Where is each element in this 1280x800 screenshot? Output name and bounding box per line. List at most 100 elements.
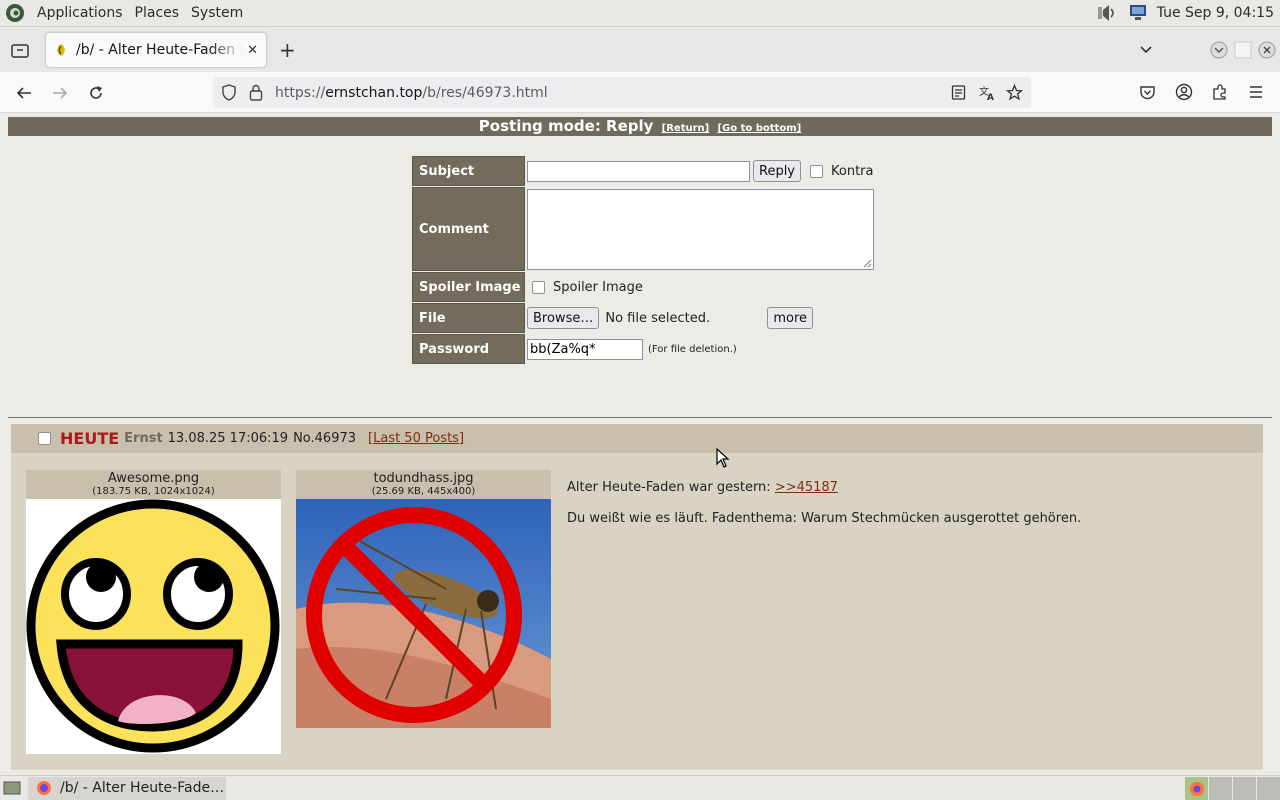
message-line-1: Alter Heute-Faden war gestern: >>45187 — [567, 480, 838, 495]
maximize-window-icon[interactable] — [1234, 41, 1252, 59]
workspace-4[interactable] — [1256, 776, 1280, 800]
separator — [8, 417, 1272, 418]
quote-link[interactable]: >>45187 — [775, 480, 838, 495]
taskbar-window-title: /b/ - Alter Heute-Fade… — [60, 780, 225, 796]
new-tab-icon[interactable]: + — [279, 38, 296, 62]
awesome-smiley-thumbnail[interactable] — [26, 499, 281, 754]
browse-button[interactable]: Browse… — [527, 307, 600, 329]
workspace-switcher — [1184, 776, 1280, 800]
close-window-icon[interactable] — [1258, 41, 1276, 59]
kontra-label: Kontra — [831, 163, 874, 179]
subject-input[interactable] — [527, 160, 750, 182]
spoiler-cell: Spoiler Image — [525, 272, 643, 302]
resize-handle-icon[interactable] — [863, 259, 872, 268]
file-row: File Browse… No file selected. more — [412, 303, 814, 333]
subject-row: Subject Reply Kontra — [412, 156, 874, 186]
workspace-2[interactable] — [1208, 776, 1232, 800]
url-text: https://ernstchan.top/b/res/46973.html — [275, 84, 548, 101]
show-desktop-icon[interactable] — [3, 780, 21, 796]
spoiler-checkbox[interactable] — [532, 280, 545, 294]
tab-strip: /b/ - Alter Heute-Faden war gestern ✕ + — [0, 28, 1280, 72]
message-line-2: Du weißt wie es läuft. Fadenthema: Warum… — [567, 511, 1082, 526]
spoiler-checkbox-label: Spoiler Image — [553, 279, 643, 295]
taskbar: /b/ - Alter Heute-Fade… — [0, 775, 1280, 800]
bookmark-star-icon[interactable] — [1006, 84, 1023, 101]
forward-arrow-icon[interactable] — [47, 80, 73, 106]
tab-title: /b/ - Alter Heute-Faden war gestern — [76, 42, 243, 58]
file-label: File — [412, 303, 525, 333]
system-menu[interactable]: System — [185, 5, 249, 21]
file-attachment-1: Awesome.png (183.75 KB, 1024x1024) — [26, 470, 281, 758]
subject-label: Subject — [412, 156, 525, 186]
comment-textarea[interactable] — [527, 188, 874, 270]
strip-controls — [1138, 28, 1280, 72]
password-input[interactable] — [527, 338, 643, 360]
tracking-protection-shield-icon[interactable] — [221, 84, 237, 101]
return-link[interactable]: [Return] — [662, 123, 710, 134]
more-button[interactable]: more — [767, 307, 814, 329]
extensions-icon[interactable] — [1211, 83, 1229, 101]
comment-row: Comment — [412, 187, 874, 271]
post-header: HEUTE Ernst 13.08.25 17:06:19 No.46973 [… — [11, 424, 1263, 453]
password-row: Password (For file deletion.) — [412, 334, 737, 364]
last-50-posts-link[interactable]: [Last 50 Posts] — [368, 431, 464, 446]
mouse-cursor-icon — [716, 448, 730, 468]
post-select-checkbox[interactable] — [38, 432, 51, 445]
active-tab[interactable]: /b/ - Alter Heute-Faden war gestern ✕ — [46, 33, 266, 67]
file-caption: todundhass.jpg (25.69 KB, 445x400) — [296, 470, 551, 499]
url-bar[interactable]: https://ernstchan.top/b/res/46973.html 文… — [213, 77, 1031, 108]
thread-op: HEUTE Ernst 13.08.25 17:06:19 No.46973 [… — [11, 424, 1263, 770]
firefox-view-icon[interactable] — [8, 38, 32, 62]
volume-icon[interactable] — [1097, 4, 1119, 22]
svg-text:A: A — [987, 93, 994, 101]
lock-icon[interactable] — [249, 84, 263, 101]
reload-icon[interactable] — [83, 80, 109, 106]
posting-mode-bar: Posting mode: Reply [Return] [Go to bott… — [8, 117, 1272, 136]
minimize-window-icon[interactable] — [1210, 41, 1228, 59]
reply-button[interactable]: Reply — [753, 160, 802, 182]
taskbar-window-firefox[interactable]: /b/ - Alter Heute-Fade… — [28, 776, 226, 800]
top-panel: Applications Places System Tue Sep 9, 04… — [0, 0, 1280, 27]
post-subject: HEUTE — [60, 429, 120, 448]
back-arrow-icon[interactable] — [11, 80, 37, 106]
file-meta: (183.75 KB, 1024x1024) — [92, 486, 215, 497]
file-status: No file selected. — [605, 310, 711, 326]
file-cell: Browse… No file selected. more — [525, 303, 814, 333]
pocket-icon[interactable] — [1139, 84, 1156, 101]
subject-cell: Reply Kontra — [525, 156, 874, 186]
workspace-firefox-icon — [1190, 781, 1204, 796]
app-menu-icon[interactable] — [1248, 84, 1264, 100]
reader-view-icon[interactable] — [951, 85, 966, 100]
no-mosquito-thumbnail[interactable] — [296, 499, 551, 728]
places-menu[interactable]: Places — [129, 5, 186, 21]
post-date: 13.08.25 17:06:19 — [167, 431, 289, 446]
spoiler-label: Spoiler Image — [412, 272, 525, 302]
navigation-toolbar: https://ernstchan.top/b/res/46973.html 文… — [0, 72, 1280, 113]
comment-cell — [525, 187, 874, 271]
post-message: Alter Heute-Faden war gestern: >>45187 D… — [567, 480, 1081, 542]
password-cell: (For file deletion.) — [525, 334, 737, 364]
tab-close-icon[interactable]: ✕ — [247, 43, 258, 58]
network-icon[interactable] — [1127, 4, 1149, 22]
applications-menu[interactable]: Applications — [31, 5, 129, 21]
clock[interactable]: Tue Sep 9, 04:15 — [1157, 5, 1274, 21]
page-content: Posting mode: Reply [Return] [Go to bott… — [0, 113, 1280, 774]
kontra-checkbox[interactable] — [810, 164, 824, 178]
file-name-link[interactable]: Awesome.png — [26, 470, 281, 486]
spoiler-row: Spoiler Image Spoiler Image — [412, 272, 643, 302]
firefox-icon — [37, 781, 51, 795]
password-hint: (For file deletion.) — [648, 343, 737, 355]
password-label: Password — [412, 334, 525, 364]
translate-icon[interactable]: 文A — [978, 84, 996, 101]
workspace-1[interactable] — [1184, 776, 1208, 800]
comment-label: Comment — [412, 187, 525, 271]
go-to-bottom-link[interactable]: [Go to bottom] — [717, 123, 801, 134]
list-all-tabs-icon[interactable] — [1138, 42, 1154, 58]
ernstchan-favicon — [57, 44, 65, 56]
account-icon[interactable] — [1175, 83, 1193, 101]
file-name-link[interactable]: todundhass.jpg — [296, 470, 551, 486]
workspace-3[interactable] — [1232, 776, 1256, 800]
gnome-foot-icon[interactable] — [4, 2, 26, 24]
post-number[interactable]: No.46973 — [293, 431, 356, 446]
posting-mode-title: Posting mode: Reply — [478, 117, 654, 135]
